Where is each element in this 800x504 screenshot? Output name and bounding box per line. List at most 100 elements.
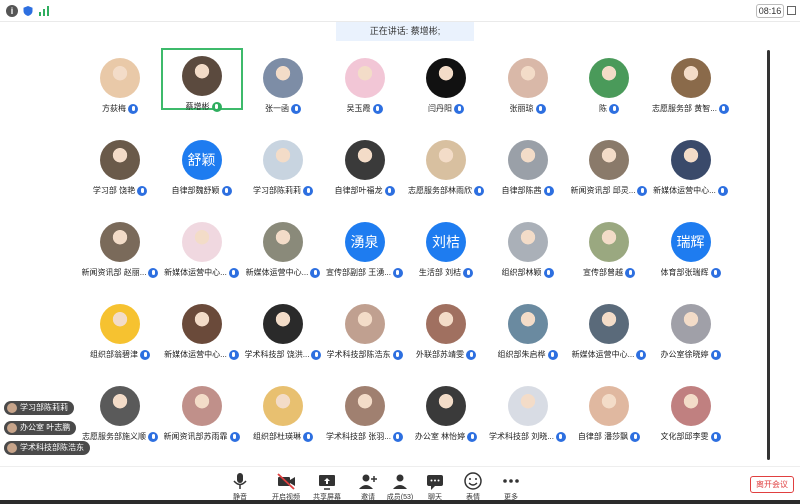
participant-tile[interactable]: 张一函	[242, 50, 324, 114]
participant-tile[interactable]: 志愿服务部林雨欣	[405, 132, 487, 196]
participant-tile[interactable]: 舒颖 自律部魏舒颖	[161, 132, 243, 196]
participant-tile[interactable]: 新闻资讯部 赵丽...	[79, 214, 161, 278]
emoji-icon	[464, 472, 482, 490]
microphone-icon	[535, 103, 546, 114]
participant-tile[interactable]: 外联部苏靖雯	[405, 296, 487, 360]
participant-tile[interactable]: 方荻梅	[79, 50, 161, 114]
participant-tile[interactable]: 自律部叶福龙	[324, 132, 406, 196]
avatar	[263, 222, 303, 262]
participant-tile[interactable]: 新闻资讯部苏雨霏	[161, 378, 243, 442]
participant-tile[interactable]: 闫丹阳	[405, 50, 487, 114]
microphone-icon	[543, 267, 554, 278]
microphone-icon	[221, 185, 232, 196]
participant-name-row: 宣传部曾越	[568, 264, 650, 278]
participant-tile[interactable]: 组织部林颖	[487, 214, 569, 278]
participant-name-row: 蔡增彬	[163, 98, 245, 112]
chat-bubble[interactable]: 学术科技部陈浩东	[4, 441, 90, 455]
more-button[interactable]: 更多	[493, 469, 529, 501]
avatar	[507, 140, 548, 180]
emoji-button[interactable]: 表情	[455, 469, 491, 501]
participant-name: 体育部张瑞辉	[660, 268, 709, 278]
microphone-icon	[384, 185, 395, 196]
participant-name-row: 志愿服务部林雨欣	[405, 182, 487, 196]
leave-meeting-button[interactable]: 离开会议	[750, 476, 794, 493]
avatar	[181, 222, 222, 262]
participant-tile[interactable]: 蔡增彬	[160, 48, 245, 112]
participant-tile[interactable]: 张丽琼	[487, 50, 569, 114]
participant-tile[interactable]: 新媒体运营中心...	[161, 296, 243, 360]
participant-name: 闫丹阳	[428, 104, 452, 114]
participant-tile[interactable]: 组织部朱启桦	[487, 296, 569, 360]
participant-tile[interactable]: 学术科技部陈浩东	[324, 296, 406, 360]
participant-name-row: 新媒体运营中心...	[161, 264, 243, 278]
participant-tile[interactable]: 自律部 潘莎飘	[568, 378, 650, 442]
participant-tile[interactable]: 办公室 林怡婷	[405, 378, 487, 442]
participant-tile[interactable]: 组织部翁碧津	[79, 296, 161, 360]
participant-tile[interactable]: 学术科技部 饶洪...	[242, 296, 324, 360]
microphone-icon	[211, 101, 222, 112]
scrollbar[interactable]	[767, 50, 770, 460]
participant-tile[interactable]: 新媒体运营中心...	[650, 132, 732, 196]
participant-tile[interactable]: 自律部陈茜	[487, 132, 569, 196]
participant-name: 学术科技部陈浩东	[326, 350, 391, 360]
avatar: 舒颖	[181, 140, 222, 180]
chat-bubble[interactable]: 学习部陈莉莉	[4, 401, 74, 415]
avatar	[344, 58, 385, 98]
avatar	[507, 58, 548, 98]
participant-name: 文化部邱李雯	[660, 432, 709, 442]
participant-tile[interactable]: 吴玉霞	[324, 50, 406, 114]
participant-grid: 方荻梅 蔡增彬 张一函 吴玉霞 闫丹阳 张丽琼 陈 志愿服务部 黄智... 学习部 饶艳 舒颖 自律…	[0, 44, 780, 464]
participant-name-row: 组织部杜瑛琳	[242, 428, 324, 442]
avatar	[426, 58, 466, 98]
avatar	[589, 304, 629, 344]
video-off-button[interactable]: 开启视频	[268, 469, 304, 501]
participant-tile[interactable]: 学习部陈莉莉	[242, 132, 324, 196]
speaking-indicator: 正在讲话: 蔡增彬;	[336, 22, 474, 41]
participant-name: 志愿服务部林雨欣	[408, 186, 472, 196]
participant-tile[interactable]: 新闻资讯部 邱灵...	[568, 132, 650, 196]
participant-tile[interactable]: 志愿服务部 黄智...	[650, 50, 732, 114]
avatar	[100, 222, 140, 262]
chat-bubble[interactable]: 办公室 叶志鹏	[4, 421, 77, 435]
chat-button[interactable]: 聊天	[417, 469, 453, 501]
members-button[interactable]: 成员(53)	[382, 469, 418, 501]
maximize-icon[interactable]	[787, 6, 796, 15]
info-icon[interactable]: i	[6, 5, 18, 17]
participant-tile[interactable]: 新媒体运营中心...	[568, 296, 650, 360]
participant-name: 新闻资讯部 邱灵...	[570, 186, 636, 196]
participant-tile[interactable]: 宣传部曾越	[568, 214, 650, 278]
share-screen-button[interactable]: 共享屏幕	[309, 469, 345, 501]
participant-name: 学习部 饶艳	[92, 186, 136, 196]
invite-button[interactable]: 邀请	[350, 469, 386, 501]
participant-name: 新闻资讯部苏雨霏	[163, 432, 228, 442]
microphone-icon	[636, 349, 647, 360]
microphone-icon	[392, 267, 403, 278]
participant-name: 新媒体运营中心...	[571, 350, 635, 360]
participant-tile[interactable]: 刘桔 生活部 刘桔	[405, 214, 487, 278]
microphone-icon	[547, 349, 558, 360]
microphone-icon	[454, 103, 464, 114]
participant-name: 蔡增彬	[185, 102, 210, 112]
participant-tile[interactable]: 新媒体运营中心...	[161, 214, 243, 278]
participant-name-row: 新媒体运营中心...	[242, 264, 324, 278]
participant-tile[interactable]: 学习部 饶艳	[79, 132, 161, 196]
participant-tile[interactable]: 办公室徐晓婷	[650, 296, 732, 360]
participant-tile[interactable]: 文化部邱李雯	[650, 378, 732, 442]
participant-tile[interactable]: 学术科技部 刘晓...	[487, 378, 569, 442]
shield-icon[interactable]	[22, 5, 34, 17]
participant-tile[interactable]: 湧泉 宣传部副部 王湧...	[324, 214, 406, 278]
chat-icon	[427, 475, 443, 490]
avatar: 刘桔	[426, 222, 466, 262]
chat-bubble-text: 学习部陈莉莉	[20, 403, 68, 412]
participant-tile[interactable]: 组织部杜瑛琳	[242, 378, 324, 442]
mic-button[interactable]: 静音	[222, 469, 258, 501]
participant-tile[interactable]: 志愿服务部施义顺	[79, 378, 161, 442]
participant-tile[interactable]: 学术科技部 张羽...	[324, 378, 406, 442]
participant-tile[interactable]: 新媒体运营中心...	[242, 214, 324, 278]
chat-avatar-icon	[7, 423, 17, 433]
status-bar: i 08:16	[0, 0, 800, 22]
participant-tile[interactable]: 陈	[568, 50, 650, 114]
participant-tile[interactable]: 瑞辉 体育部张瑞辉	[650, 214, 732, 278]
participant-name: 新媒体运营中心...	[164, 268, 227, 278]
avatar	[181, 304, 222, 344]
